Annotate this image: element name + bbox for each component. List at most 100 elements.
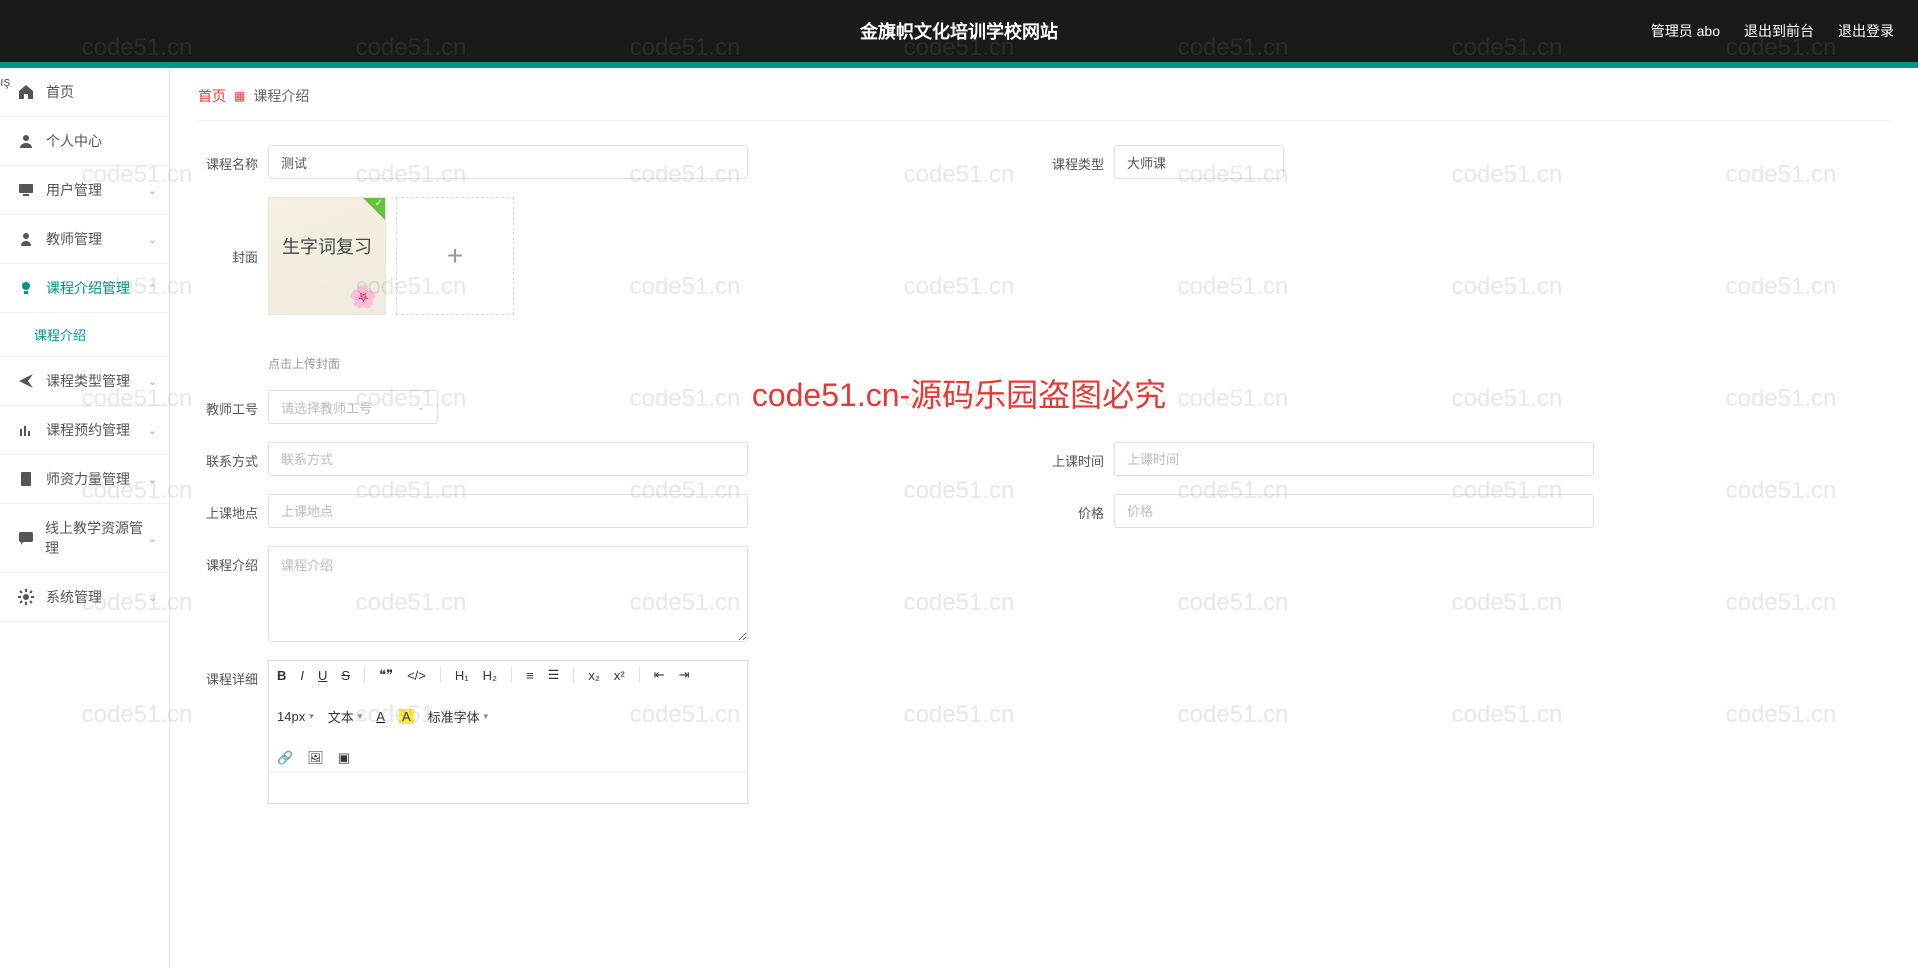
h1-button[interactable]: H₁ (455, 668, 469, 683)
indent-button[interactable]: ⇥ (679, 667, 690, 683)
sidebar-label: 系统管理 (46, 587, 102, 607)
quote-button[interactable]: ❝❞ (379, 667, 393, 683)
site-title: 金旗帜文化培训学校网站 (860, 18, 1058, 44)
sidebar-item-course-intro-mgmt[interactable]: 课程介绍管理 ⌃ (0, 264, 169, 313)
flower-decoration: 🌸 (350, 284, 377, 310)
user-icon (18, 133, 36, 149)
code-button[interactable]: </> (407, 668, 426, 683)
sidebar-item-user-mgmt[interactable]: 用户管理 ⌄ (0, 166, 169, 215)
label-class-time: 上课时间 (1044, 442, 1104, 470)
cover-thumbnail[interactable]: ✓ 生字词复习 🌸 (268, 197, 386, 315)
sidebar-label: 课程介绍管理 (46, 278, 130, 298)
separator (511, 667, 512, 683)
sidebar-item-course-reserve-mgmt[interactable]: 课程预约管理 ⌄ (0, 406, 169, 455)
add-cover-button[interactable]: + (396, 197, 514, 315)
sidebar-item-teacher-mgmt[interactable]: 教师管理 ⌄ (0, 215, 169, 264)
sidebar-label: 线上教学资源管理 (45, 518, 151, 558)
course-intro-textarea[interactable] (268, 546, 748, 642)
sidebar-sub-course-intro[interactable]: 课程介绍 (0, 313, 169, 357)
chat-icon (18, 530, 35, 546)
image-button[interactable]: 🖼 (307, 750, 324, 766)
class-place-input[interactable] (268, 494, 748, 528)
contact-input[interactable] (268, 442, 748, 476)
label-teacher-id: 教师工号 (198, 390, 258, 418)
label-price: 价格 (1044, 494, 1104, 522)
sidebar-item-profile[interactable]: 个人中心 (0, 117, 169, 166)
plus-icon: + (447, 240, 463, 272)
sidebar-label: 课程类型管理 (46, 371, 130, 391)
sidebar-nav: 首页 个人中心 用户管理 ⌄ 教师管理 ⌄ 课程介绍管理 (0, 68, 170, 968)
underline-button[interactable]: U (318, 668, 327, 683)
admin-label[interactable]: 管理员 abo (1651, 21, 1720, 41)
grid-icon: ▦ (234, 89, 245, 103)
sidebar-label: 师资力量管理 (46, 469, 130, 489)
sidebar-label: 首页 (46, 82, 74, 102)
text-dropdown[interactable]: 文本 ▾ (328, 707, 363, 726)
italic-button[interactable]: I (300, 668, 304, 683)
chevron-down-icon: ▾ (358, 711, 363, 722)
chevron-down-icon: ▾ (309, 711, 314, 722)
strikethrough-button[interactable]: S (341, 668, 350, 683)
thumb-text: 生字词复习 (282, 233, 372, 259)
sidebar-item-course-type-mgmt[interactable]: 课程类型管理 ⌄ (0, 357, 169, 406)
sidebar-item-online-resource-mgmt[interactable]: 线上教学资源管理 ⌄ (0, 504, 169, 573)
breadcrumb: 首页 ▦ 课程介绍 (198, 86, 1890, 121)
chevron-up-icon: ⌃ (148, 282, 157, 295)
course-name-input[interactable] (268, 145, 748, 179)
check-icon: ✓ (375, 198, 383, 209)
label-course-intro: 课程介绍 (198, 546, 258, 574)
separator (440, 667, 441, 683)
bold-button[interactable]: B (277, 668, 286, 683)
chevron-down-icon: ⌄ (148, 532, 157, 545)
breadcrumb-current: 课程介绍 (253, 86, 309, 106)
label-cover: 封面 (198, 197, 258, 266)
font-size-dropdown[interactable]: 14px ▾ (277, 709, 314, 724)
sidebar-item-faculty-mgmt[interactable]: 师资力量管理 ⌄ (0, 455, 169, 504)
link-button[interactable]: 🔗 (277, 750, 293, 766)
sidebar-label: 教师管理 (46, 229, 102, 249)
unordered-list-button[interactable]: ☰ (548, 667, 560, 683)
chevron-down-icon: ⌄ (148, 184, 157, 197)
sidebar-label: 用户管理 (46, 180, 102, 200)
label-class-place: 上课地点 (198, 494, 258, 522)
chevron-down-icon: ⌄ (148, 375, 157, 388)
top-header: 金旗帜文化培训学校网站 管理员 abo 退出到前台 退出登录 (0, 0, 1918, 62)
subscript-button[interactable]: x₂ (588, 668, 600, 683)
font-family-dropdown[interactable]: 标准字体 ▾ (428, 707, 489, 726)
bulb-icon (18, 280, 36, 296)
rich-text-editor: B I U S ❝❞ </> H₁ H₂ ≡ ☰ x₂ (268, 660, 748, 804)
gear-icon (18, 589, 36, 605)
breadcrumb-home[interactable]: 首页 (198, 86, 226, 106)
separator (364, 667, 365, 683)
superscript-button[interactable]: x² (614, 668, 625, 683)
editor-content[interactable] (269, 773, 747, 803)
sidebar-item-system-mgmt[interactable]: 系统管理 ⌄ (0, 573, 169, 622)
chevron-down-icon: ⌄ (148, 233, 157, 246)
chevron-down-icon: ⌄ (417, 402, 425, 413)
font-color-button[interactable]: A (376, 709, 385, 724)
select-placeholder: 请选择教师工号 (281, 398, 417, 417)
class-time-input[interactable] (1114, 442, 1594, 476)
monitor-icon (18, 182, 36, 198)
price-input[interactable] (1114, 494, 1594, 528)
course-type-input[interactable] (1114, 145, 1284, 179)
label-course-detail: 课程详细 (198, 660, 258, 688)
teacher-id-select[interactable]: 请选择教师工号 ⌄ (268, 390, 438, 424)
person-icon (18, 231, 36, 247)
label-contact: 联系方式 (198, 442, 258, 470)
chevron-down-icon: ⌄ (148, 424, 157, 437)
logout-link[interactable]: 退出登录 (1838, 21, 1894, 41)
bg-color-button[interactable]: A (399, 709, 414, 724)
chevron-down-icon: ⌄ (148, 473, 157, 486)
outdent-button[interactable]: ⇤ (654, 667, 665, 683)
video-button[interactable]: ▣ (338, 750, 350, 766)
label-course-type: 课程类型 (1044, 145, 1104, 173)
doc-icon (18, 471, 36, 487)
label-course-name: 课程名称 (198, 145, 258, 173)
sidebar-item-home[interactable]: 首页 (0, 68, 169, 117)
send-icon (18, 373, 36, 389)
exit-to-front-link[interactable]: 退出到前台 (1744, 21, 1814, 41)
cover-hint: 点击上传封面 (268, 355, 514, 372)
h2-button[interactable]: H₂ (483, 668, 497, 683)
ordered-list-button[interactable]: ≡ (526, 668, 534, 683)
